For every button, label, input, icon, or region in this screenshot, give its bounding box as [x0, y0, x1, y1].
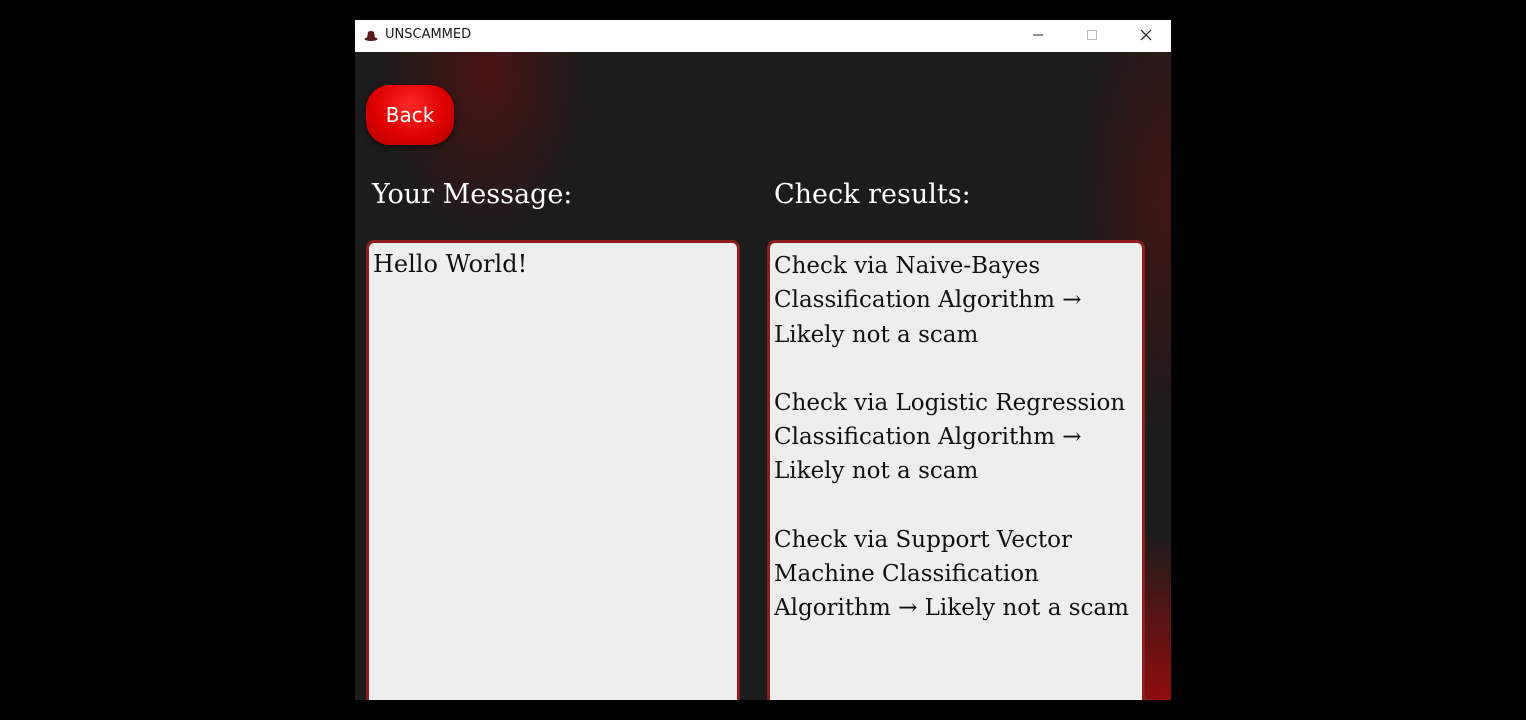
main-content: Back Your Message: Check results: Hello …: [355, 52, 1171, 700]
message-label: Your Message:: [372, 179, 573, 210]
close-button[interactable]: [1123, 20, 1169, 50]
maximize-button[interactable]: [1069, 20, 1115, 50]
close-icon: [1140, 26, 1152, 45]
back-button[interactable]: Back: [366, 85, 454, 145]
title-bar: UNSCAMMED: [355, 20, 1171, 52]
window-title: UNSCAMMED: [385, 27, 472, 42]
result-logistic-regression: Check via Logistic Regression Classifica…: [774, 389, 1126, 485]
result-naive-bayes: Check via Naive-Bayes Classification Alg…: [774, 253, 1082, 348]
maximize-icon: [1086, 26, 1098, 45]
minimize-button[interactable]: [1015, 20, 1061, 50]
results-label: Check results:: [774, 179, 971, 210]
hat-icon: [364, 28, 378, 42]
results-panel[interactable]: Check via Naive-Bayes Classification Alg…: [767, 240, 1145, 700]
result-svm: Check via Support Vector Machine Classif…: [774, 526, 1129, 622]
minimize-icon: [1032, 26, 1044, 45]
app-window: UNSCAMMED Back Your Message: Check resul…: [355, 20, 1171, 700]
message-input[interactable]: Hello World!: [366, 240, 740, 700]
